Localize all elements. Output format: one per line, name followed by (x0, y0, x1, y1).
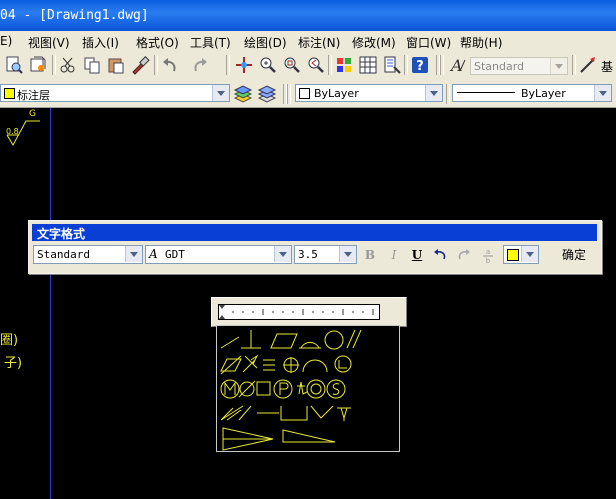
layer-select[interactable]: 标注层 (0, 84, 230, 102)
linetype-select[interactable]: ByLayer (452, 84, 612, 102)
chevron-down-icon (125, 246, 142, 262)
italic-button[interactable]: I (385, 246, 403, 264)
partial-text-2: 子) (4, 356, 23, 371)
text-style-select[interactable]: Standard (470, 57, 568, 75)
toolbar-separator (287, 84, 291, 104)
menu-help[interactable]: 帮助(H) (460, 34, 502, 51)
color-swatch (299, 88, 310, 99)
chevron-down-icon (594, 85, 611, 101)
chevron-down-icon (425, 85, 442, 101)
undo-icon (434, 249, 446, 260)
text-style-icon[interactable]: A (448, 55, 468, 75)
svg-text:a: a (486, 248, 490, 256)
font-combo[interactable]: A GDT (145, 245, 292, 264)
gdt-symbols (220, 329, 362, 451)
toolbar-separator (404, 55, 408, 75)
copy-icon[interactable] (82, 55, 102, 75)
color-select[interactable]: ByLayer (295, 84, 443, 102)
properties-icon[interactable] (334, 55, 354, 75)
menu-window[interactable]: 窗口(W) (406, 34, 451, 51)
zoom-previous-icon[interactable] (306, 55, 326, 75)
cut-icon[interactable] (58, 55, 78, 75)
match-properties-icon[interactable] (130, 55, 150, 75)
redo-text-button[interactable] (455, 246, 473, 264)
text-format-toolbar: 文字格式 Standard A GDT 3.5 B I U ab 确定 (28, 220, 602, 274)
ok-button[interactable]: 确定 (554, 245, 594, 265)
ruler-bar[interactable] (218, 304, 380, 320)
chevron-down-icon (212, 85, 229, 101)
ucs-axis-line (50, 108, 51, 499)
standard-toolbar: ? A Standard 基 (0, 51, 616, 81)
svg-text:?: ? (416, 59, 424, 74)
svg-text:b: b (486, 257, 491, 264)
paste-icon[interactable] (106, 55, 126, 75)
menu-view[interactable]: 视图(V) (28, 34, 70, 51)
undo-text-button[interactable] (431, 246, 449, 264)
menu-dimension[interactable]: 标注(N) (298, 34, 340, 51)
toolbar-separator (440, 55, 444, 75)
shx-font-icon: A (149, 247, 158, 261)
dim-style-icon[interactable] (578, 55, 598, 75)
toolbar-separator (328, 55, 332, 75)
window-title: 04 - [Drawing1.dwg] (0, 8, 149, 23)
menu-draw[interactable]: 绘图(D) (244, 34, 287, 51)
text-height-combo[interactable]: 3.5 (294, 245, 357, 264)
layers-toolbar: 标注层 ByLayer ByLayer (0, 80, 616, 108)
svg-text:A: A (449, 56, 463, 75)
layer-previous-icon[interactable] (257, 84, 277, 104)
toolbar-separator (154, 55, 158, 75)
partial-text-1: 圈) (0, 333, 19, 348)
zoom-realtime-icon[interactable] (258, 55, 278, 75)
menu-tools[interactable]: 工具(T) (190, 34, 231, 51)
publish-icon[interactable] (28, 55, 48, 75)
text-style-combo[interactable]: Standard (33, 245, 143, 264)
menu-edit[interactable]: E) (0, 34, 12, 48)
stack-icon: ab (483, 248, 493, 265)
tool-palettes-icon[interactable] (382, 55, 402, 75)
chevron-down-icon (274, 246, 291, 262)
ruler-ticks (219, 305, 374, 319)
text-ruler[interactable] (211, 297, 407, 327)
stack-button[interactable]: ab (479, 246, 497, 265)
chevron-down-icon (521, 246, 538, 262)
toolbar-separator (52, 55, 56, 75)
make-object-layer-current-icon[interactable] (233, 84, 253, 104)
roughness-value: 0.8 (6, 127, 19, 136)
title-bar: 04 - [Drawing1.dwg] (0, 0, 616, 31)
preview-icon[interactable] (4, 55, 24, 75)
menu-bar: E) 视图(V) 插入(I) 格式(O) 工具(T) 绘图(D) 标注(N) 修… (0, 31, 616, 52)
design-center-icon[interactable] (358, 55, 378, 75)
linetype-preview (457, 92, 515, 93)
redo-icon[interactable] (190, 55, 210, 75)
toolbar-separator (572, 55, 576, 75)
toolbar-separator (446, 84, 450, 104)
mtext-editor[interactable] (216, 325, 400, 452)
toolbar-separator (226, 55, 230, 75)
menu-modify[interactable]: 修改(M) (352, 34, 396, 51)
underline-button[interactable]: U (408, 246, 426, 264)
text-color-combo[interactable] (503, 245, 539, 264)
pan-icon[interactable] (234, 55, 254, 75)
toolbar-cut-label: 基 (601, 60, 614, 74)
chevron-down-icon (339, 246, 356, 262)
help-icon[interactable]: ? (410, 55, 430, 75)
menu-insert[interactable]: 插入(I) (82, 34, 119, 51)
layer-color-swatch (4, 88, 15, 99)
chevron-down-icon (550, 58, 567, 74)
undo-icon[interactable] (160, 55, 180, 75)
bold-button[interactable]: B (361, 246, 379, 264)
roughness-g-label: G (29, 109, 36, 119)
text-format-caption[interactable]: 文字格式 (32, 224, 597, 241)
zoom-window-icon[interactable] (282, 55, 302, 75)
text-color-swatch (507, 249, 519, 261)
redo-icon (458, 249, 470, 260)
menu-format[interactable]: 格式(O) (136, 34, 179, 51)
